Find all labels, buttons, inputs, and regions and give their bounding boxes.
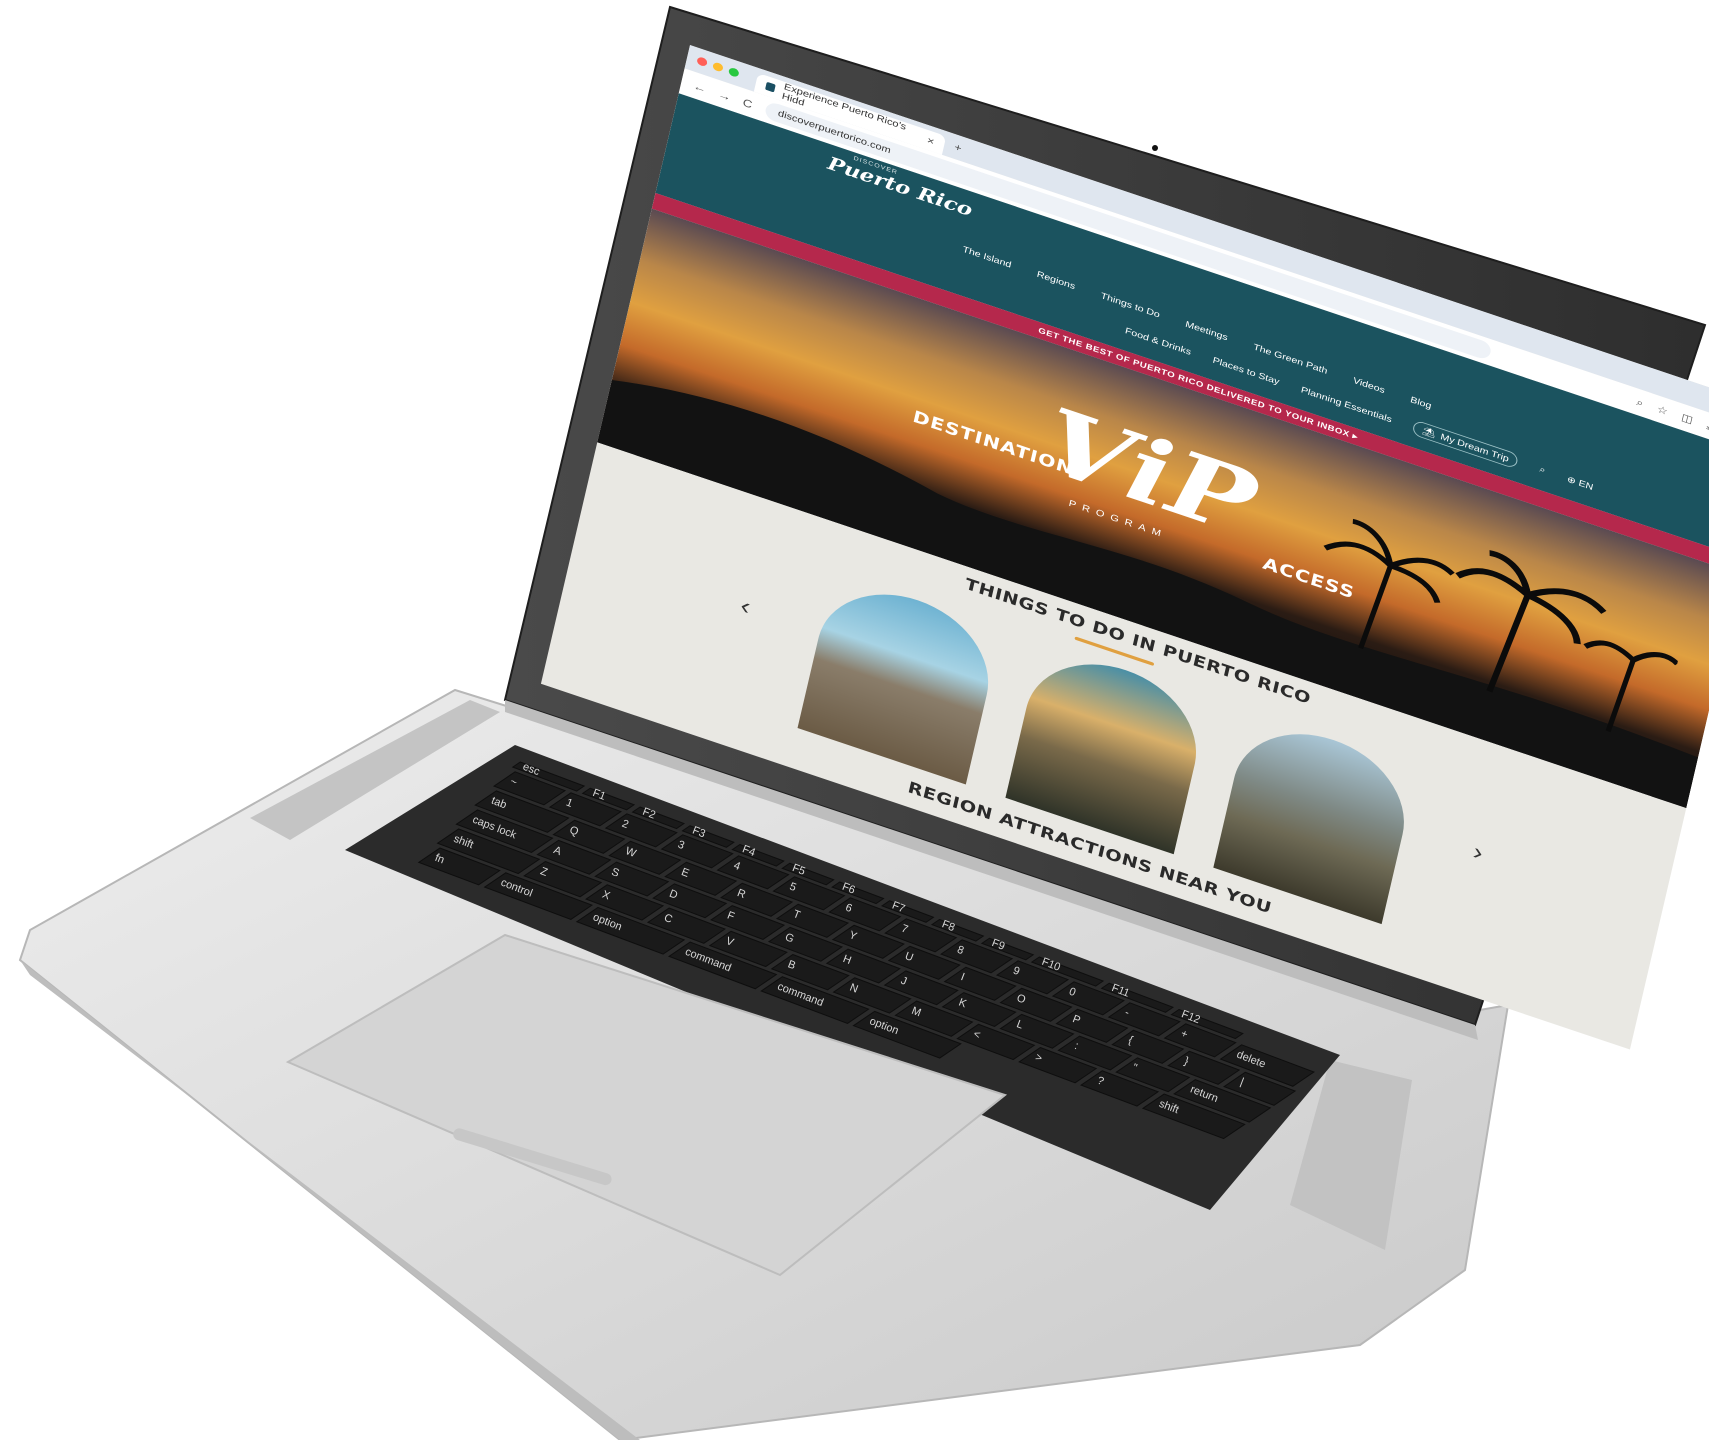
nav-item-the-island[interactable]: The Island xyxy=(962,244,1013,270)
maximize-window-button[interactable] xyxy=(727,66,740,78)
back-button[interactable]: ← xyxy=(692,79,708,95)
new-tab-button[interactable]: + xyxy=(953,141,962,154)
carousel-next-arrow[interactable]: › xyxy=(1471,838,1486,866)
forward-button[interactable]: → xyxy=(717,87,733,103)
minimize-window-button[interactable] xyxy=(712,61,724,73)
suitcase-icon: ⛱ xyxy=(1421,425,1437,440)
extensions-icon[interactable]: ◫ xyxy=(1680,411,1694,426)
nav-item-places-to-stay[interactable]: Places to Stay xyxy=(1212,355,1281,387)
reload-button[interactable]: C xyxy=(742,96,754,111)
download-icon[interactable]: ⤓ xyxy=(1705,419,1709,432)
close-tab-icon[interactable]: × xyxy=(926,134,935,147)
my-dream-trip-label: My Dream Trip xyxy=(1439,431,1510,464)
bookmark-star-icon[interactable]: ☆ xyxy=(1656,403,1669,418)
language-selector[interactable]: ⊕ EN xyxy=(1566,474,1594,492)
globe-icon: ⊕ xyxy=(1566,473,1577,487)
favicon-icon xyxy=(765,81,776,93)
nav-item-food-drinks[interactable]: Food & Drinks xyxy=(1124,326,1192,357)
search-icon[interactable]: ⌕ xyxy=(1538,464,1547,476)
nav-item-videos[interactable]: Videos xyxy=(1352,376,1386,396)
webcam xyxy=(1152,145,1158,151)
nav-item-meetings[interactable]: Meetings xyxy=(1184,319,1228,343)
carousel-prev-arrow[interactable]: ‹ xyxy=(738,592,753,620)
language-label: EN xyxy=(1577,477,1595,493)
nav-item-things-to-do[interactable]: Things to Do xyxy=(1100,291,1161,320)
nav-item-regions[interactable]: Regions xyxy=(1036,269,1076,291)
nav-item-blog[interactable]: Blog xyxy=(1409,395,1432,411)
zoom-icon[interactable]: ⌕ xyxy=(1635,396,1644,410)
close-window-button[interactable] xyxy=(696,56,708,68)
